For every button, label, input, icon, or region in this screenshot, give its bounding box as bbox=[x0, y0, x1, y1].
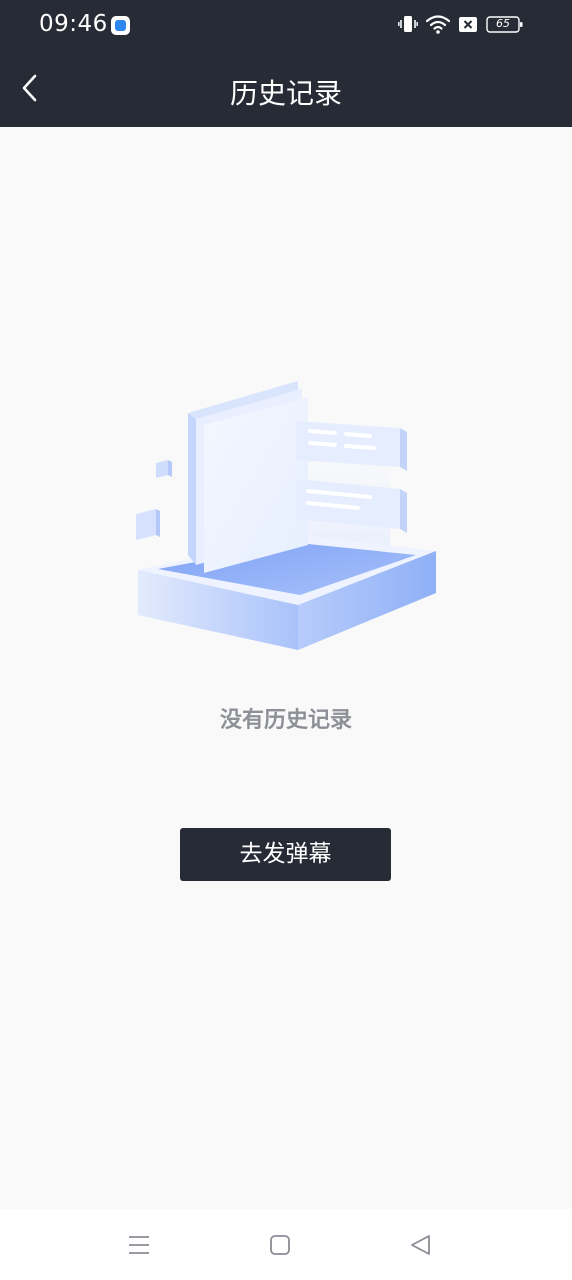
back-triangle-icon bbox=[411, 1235, 430, 1255]
history-page: 09:46 65 历史记录 没有历史记录 去发弹幕 bbox=[0, 0, 572, 1280]
page-title: 历史记录 bbox=[229, 77, 342, 110]
empty-state-message: 没有历史记录 bbox=[219, 708, 352, 733]
back-nav-button[interactable] bbox=[406, 1231, 436, 1261]
app-notification-icon bbox=[111, 16, 130, 35]
vibrate-icon bbox=[398, 16, 418, 32]
menu-button[interactable] bbox=[124, 1231, 154, 1261]
empty-document-box-illustration bbox=[136, 381, 436, 650]
wifi-icon bbox=[426, 15, 450, 34]
top-bar: 09:46 65 历史记录 bbox=[0, 0, 572, 127]
send-danmaku-button[interactable]: 去发弹幕 bbox=[180, 828, 391, 881]
sim-off-icon bbox=[459, 17, 477, 32]
status-bar: 09:46 65 bbox=[0, 0, 572, 50]
status-icons: 65 bbox=[398, 14, 528, 36]
menu-icon bbox=[129, 1236, 149, 1254]
header: 历史记录 bbox=[0, 50, 572, 127]
status-time: 09:46 bbox=[39, 11, 108, 37]
home-button[interactable] bbox=[265, 1231, 295, 1261]
home-icon bbox=[270, 1235, 290, 1255]
battery-level: 65 bbox=[496, 17, 510, 30]
system-nav-bar bbox=[0, 1209, 572, 1280]
